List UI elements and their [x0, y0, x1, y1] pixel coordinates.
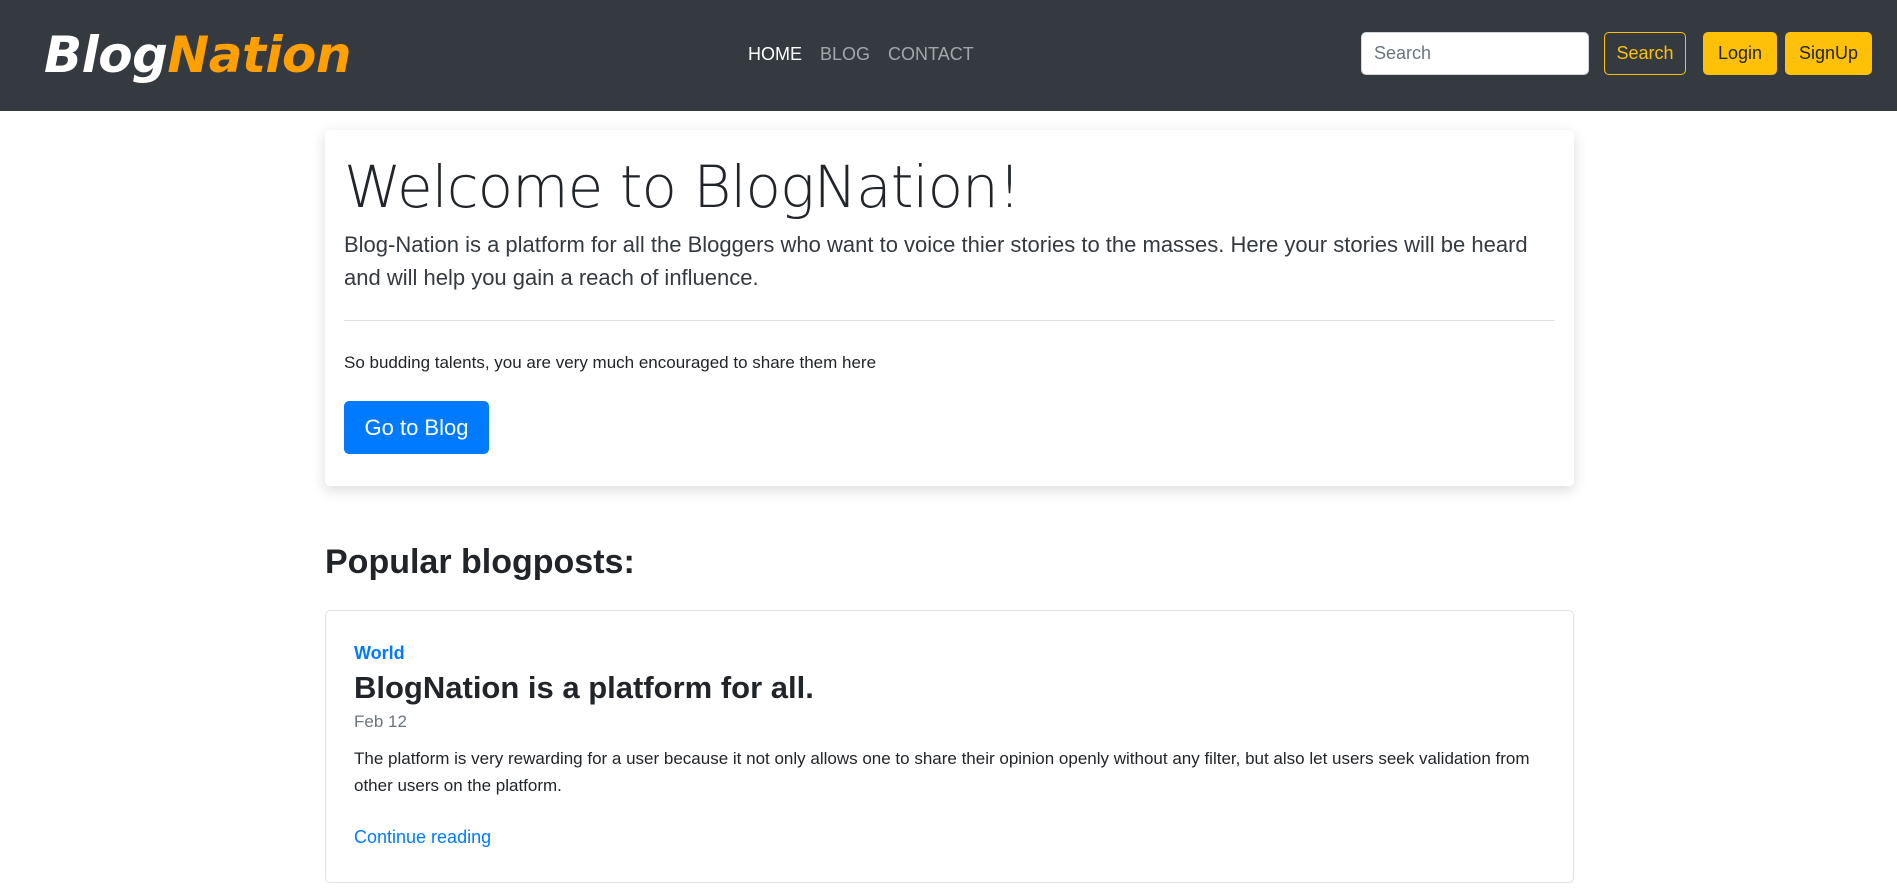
hero-divider	[344, 320, 1555, 321]
nav-link-home[interactable]: HOME	[748, 42, 802, 66]
popular-heading: Popular blogposts:	[325, 543, 635, 581]
signup-button[interactable]: SignUp	[1785, 32, 1872, 75]
nav-link-contact[interactable]: CONTACT	[888, 42, 974, 66]
search-button[interactable]: Search	[1604, 32, 1686, 75]
post-date: Feb 12	[354, 712, 407, 731]
nav-links: HOME BLOG CONTACT	[748, 42, 974, 66]
post-title: BlogNation is a platform for all.	[354, 670, 814, 705]
hero-jumbotron: Welcome to BlogNation! Blog-Nation is a …	[325, 130, 1574, 486]
nav-link-blog[interactable]: BLOG	[820, 42, 870, 66]
post-category[interactable]: World	[354, 641, 1545, 665]
brand-part-nation: Nation	[167, 26, 351, 84]
continue-reading-link[interactable]: Continue reading	[354, 825, 491, 849]
hero-title: Welcome to BlogNation!	[344, 153, 1021, 221]
login-button[interactable]: Login	[1703, 32, 1777, 75]
post-description: The platform is very rewarding for a use…	[354, 749, 1530, 795]
hero-lead: Blog-Nation is a platform for all the Bl…	[344, 232, 1528, 290]
search-input[interactable]	[1361, 32, 1589, 75]
navbar: BlogNation HOME BLOG CONTACT Search Logi…	[0, 0, 1897, 111]
hero-subtext: So budding talents, you are very much en…	[344, 353, 877, 372]
blogpost-card: World BlogNation is a platform for all. …	[325, 610, 1574, 883]
go-to-blog-button[interactable]: Go to Blog	[344, 401, 489, 454]
brand-part-blog: Blog	[44, 26, 168, 84]
brand-logo[interactable]: BlogNation	[44, 20, 351, 90]
